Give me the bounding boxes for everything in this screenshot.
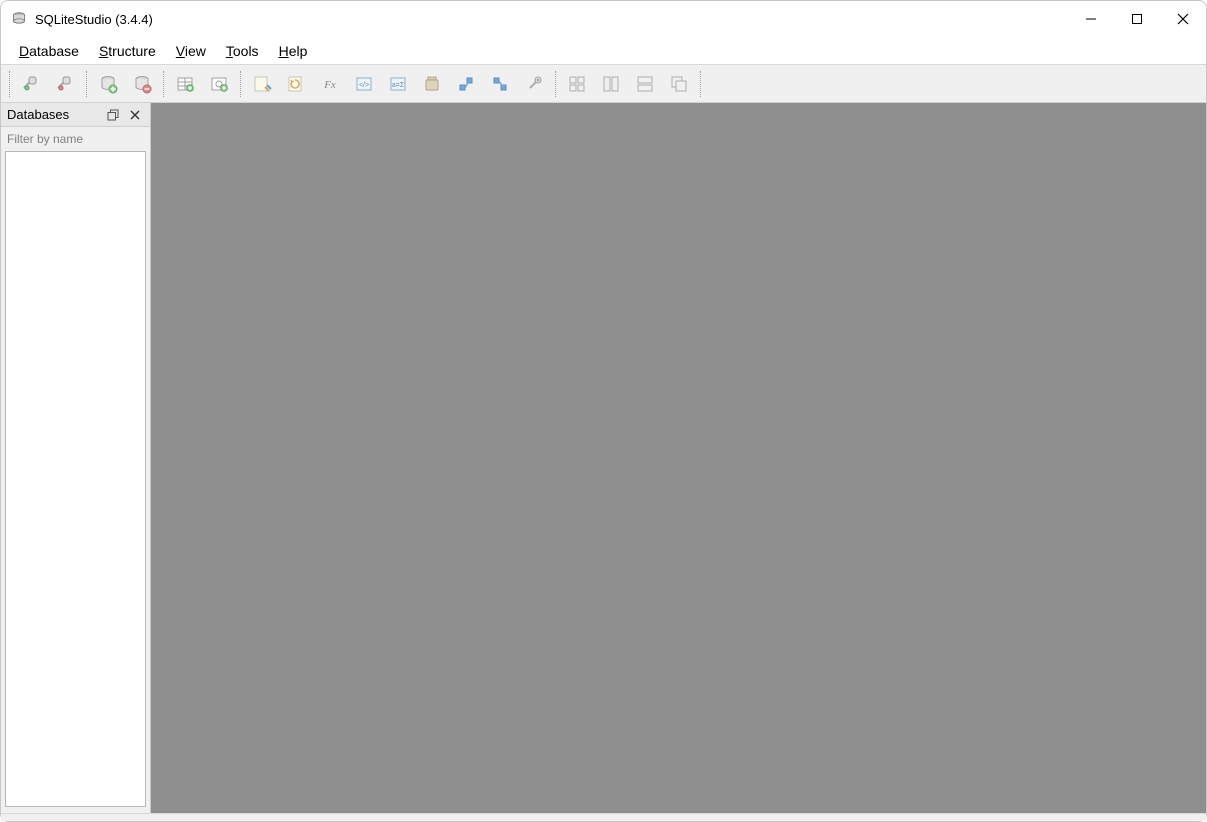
add-database-icon <box>98 74 118 94</box>
sql-history-button[interactable] <box>281 69 311 99</box>
new-table-icon <box>175 74 195 94</box>
mdi-area <box>151 103 1206 813</box>
menu-structure[interactable]: Structure <box>89 39 166 63</box>
app-icon <box>11 11 27 27</box>
new-view-icon <box>209 74 229 94</box>
tile-horizontal-button[interactable] <box>596 69 626 99</box>
close-button[interactable] <box>1160 1 1206 37</box>
filter-row <box>1 127 150 151</box>
svg-text:a=Σ: a=Σ <box>392 82 405 89</box>
open-sql-editor-button[interactable] <box>247 69 277 99</box>
menu-bar: DatabaseStructureViewToolsHelp <box>1 37 1206 65</box>
ddl-editor-icon: </> <box>354 74 374 94</box>
connect-database-button[interactable] <box>16 69 46 99</box>
menu-tools[interactable]: Tools <box>216 39 269 63</box>
menu-database[interactable]: Database <box>9 39 89 63</box>
disconnect-database-icon <box>55 74 75 94</box>
databases-panel: Databases <box>1 103 151 813</box>
sql-history-icon <box>286 74 306 94</box>
add-database-button[interactable] <box>93 69 123 99</box>
extension-manager-button[interactable] <box>417 69 447 99</box>
export-button[interactable] <box>485 69 515 99</box>
remove-database-button[interactable] <box>127 69 157 99</box>
collations-editor-button[interactable]: a=Σ <box>383 69 413 99</box>
extension-manager-icon <box>422 74 442 94</box>
content-area: Databases <box>1 103 1206 813</box>
configuration-button[interactable] <box>519 69 549 99</box>
minimize-button[interactable] <box>1068 1 1114 37</box>
status-bar <box>1 813 1206 821</box>
export-icon <box>490 74 510 94</box>
toolbar: Fx </> a=Σ <box>1 65 1206 103</box>
databases-panel-header: Databases <box>1 103 150 127</box>
open-sql-editor-icon <box>252 74 272 94</box>
connect-database-icon <box>21 74 41 94</box>
disconnect-database-button[interactable] <box>50 69 80 99</box>
tile-horizontal-icon <box>601 74 621 94</box>
tile-windows-icon <box>567 74 587 94</box>
new-view-button[interactable] <box>204 69 234 99</box>
functions-editor-icon: Fx <box>320 74 340 94</box>
ddl-editor-button[interactable]: </> <box>349 69 379 99</box>
tile-vertical-icon <box>635 74 655 94</box>
import-button[interactable] <box>451 69 481 99</box>
database-tree[interactable] <box>5 151 146 807</box>
title-bar: SQLiteStudio (3.4.4) <box>1 1 1206 37</box>
menu-help[interactable]: Help <box>269 39 318 63</box>
tile-windows-button[interactable] <box>562 69 592 99</box>
import-icon <box>456 74 476 94</box>
configuration-icon <box>524 74 544 94</box>
databases-panel-title: Databases <box>7 107 69 122</box>
functions-editor-button[interactable]: Fx <box>315 69 345 99</box>
svg-text:Fx: Fx <box>323 79 336 91</box>
filter-input[interactable] <box>5 130 146 148</box>
cascade-windows-icon <box>669 74 689 94</box>
window-controls <box>1068 1 1206 37</box>
new-table-button[interactable] <box>170 69 200 99</box>
window-title: SQLiteStudio (3.4.4) <box>35 12 153 27</box>
remove-database-icon <box>132 74 152 94</box>
tile-vertical-button[interactable] <box>630 69 660 99</box>
undock-icon[interactable] <box>104 106 122 124</box>
close-panel-icon[interactable] <box>126 106 144 124</box>
menu-view[interactable]: View <box>166 39 216 63</box>
svg-text:</>: </> <box>359 82 369 89</box>
cascade-windows-button[interactable] <box>664 69 694 99</box>
maximize-button[interactable] <box>1114 1 1160 37</box>
collations-editor-icon: a=Σ <box>388 74 408 94</box>
